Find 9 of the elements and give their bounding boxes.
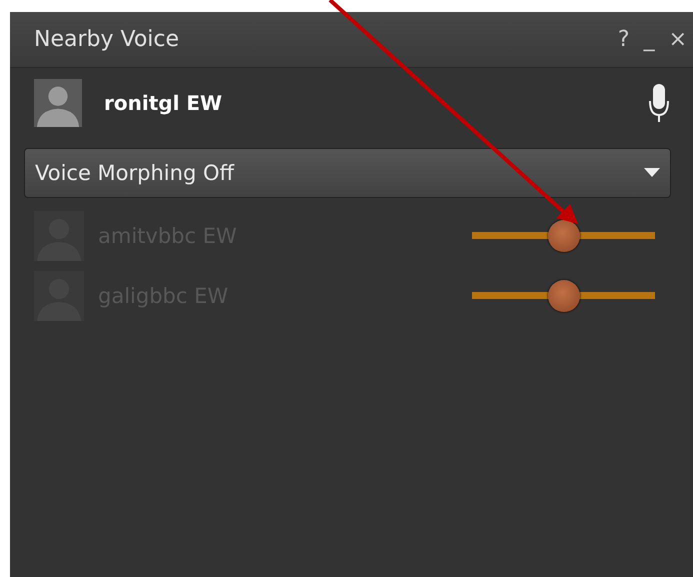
window-title: Nearby Voice (34, 27, 180, 52)
voice-morphing-dropdown[interactable]: Voice Morphing Off (24, 148, 671, 198)
avatar-icon (34, 79, 82, 127)
help-button[interactable]: ? (618, 27, 630, 52)
user-name: ronitgl EW (104, 91, 224, 115)
caret-icon (644, 168, 660, 178)
close-button[interactable]: × (668, 27, 687, 52)
minimize-button[interactable]: _ (644, 27, 655, 52)
microphone-icon[interactable] (649, 83, 669, 123)
